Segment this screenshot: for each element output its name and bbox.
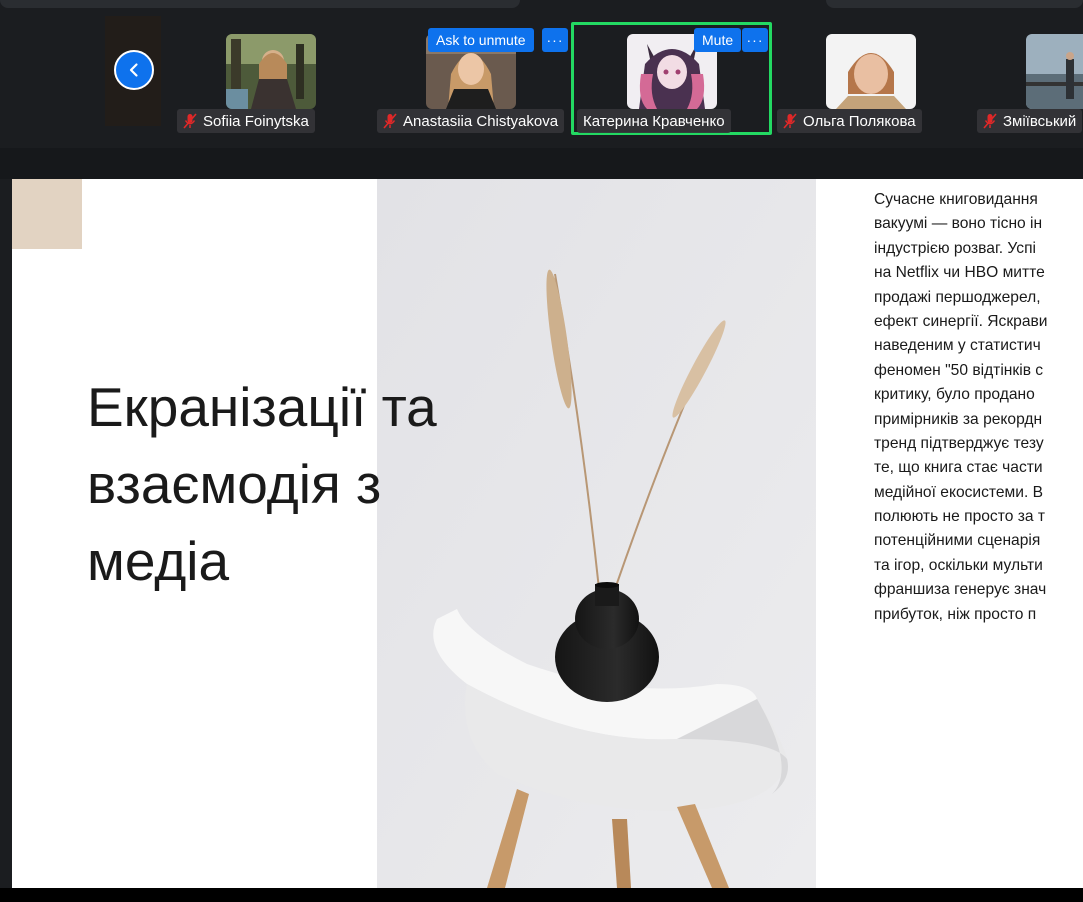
body-line: вакуумі — воно тісно ін	[874, 215, 1043, 233]
participant-name: Зміївський	[1003, 112, 1077, 130]
participant-nameplate: Ольга Полякова	[777, 109, 922, 133]
body-line: тренд підтверджує тезу	[874, 434, 1044, 452]
body-line: ефект синергії. Яскрави	[874, 312, 1048, 330]
top-bar-right	[826, 0, 1083, 8]
previous-page-button[interactable]	[114, 50, 154, 90]
decorative-square	[12, 179, 82, 249]
slide-photo	[377, 179, 816, 888]
participant-name: Ольга Полякова	[803, 112, 916, 130]
participant-tile[interactable]: Зміївський	[973, 22, 1083, 135]
body-line: феномен "50 відтінків с	[874, 361, 1044, 379]
mute-button[interactable]: Mute	[694, 28, 742, 52]
body-line: полюють не просто за т	[874, 508, 1045, 526]
body-line: індустрією розваг. Успі	[874, 239, 1036, 257]
participant-tile[interactable]: Ольга Полякова	[773, 22, 968, 135]
more-options-button[interactable]: ···	[742, 28, 768, 52]
muted-mic-icon	[183, 113, 197, 129]
participant-name: Катерина Кравченко	[583, 112, 725, 130]
participant-nameplate: Зміївський	[977, 109, 1083, 133]
body-line: наведеним у статистич	[874, 337, 1041, 355]
participant-name: Sofiia Foinytska	[203, 112, 309, 130]
participant-tile-active[interactable]: Mute ··· Катерина Кравченко	[571, 22, 772, 135]
body-line: на Netflix чи HBO митте	[874, 264, 1045, 282]
bottom-edge	[0, 888, 1083, 902]
muted-mic-icon	[383, 113, 397, 129]
body-line: критику, було продано	[874, 386, 1035, 404]
participant-nameplate: Sofiia Foinytska	[177, 109, 315, 133]
body-line: продажі першоджерел,	[874, 288, 1041, 306]
body-line: прибуток, ніж просто п	[874, 605, 1037, 623]
participant-name: Anastasiia Chistyakova	[403, 112, 559, 130]
muted-mic-icon	[783, 113, 797, 129]
chevron-left-icon	[129, 63, 138, 77]
body-line: медійної екосистеми. В	[874, 483, 1044, 501]
slide-title: Екранізації та взаємодія з медіа	[87, 376, 437, 592]
participant-nameplate: Катерина Кравченко	[577, 109, 731, 133]
muted-mic-icon	[983, 113, 997, 129]
avatar	[225, 34, 316, 109]
body-line: примірників за рекордн	[874, 410, 1043, 428]
top-bar-left	[0, 0, 520, 8]
avatar	[1026, 34, 1083, 109]
avatar	[825, 34, 916, 109]
participant-tile[interactable]: Ask to unmute ··· Anastasiia Chistyakova	[373, 22, 568, 135]
body-line: Сучасне книговидання	[874, 191, 1038, 208]
body-line: та ігор, оскільки мульти	[874, 556, 1043, 574]
more-options-button[interactable]: ···	[542, 28, 568, 52]
body-line: потенційними сценарія	[874, 532, 1041, 550]
body-line: франшиза генерує знач	[874, 581, 1047, 599]
ask-to-unmute-button[interactable]: Ask to unmute	[428, 28, 534, 52]
participant-nameplate: Anastasiia Chistyakova	[377, 109, 565, 133]
strip-shadow	[0, 148, 1083, 179]
slide-body-text: Сучасне книговидання вакуумі — воно тісн…	[874, 188, 1071, 627]
participant-tile[interactable]: Sofiia Foinytska	[173, 22, 368, 135]
body-line: те, що книга стає части	[874, 459, 1043, 477]
